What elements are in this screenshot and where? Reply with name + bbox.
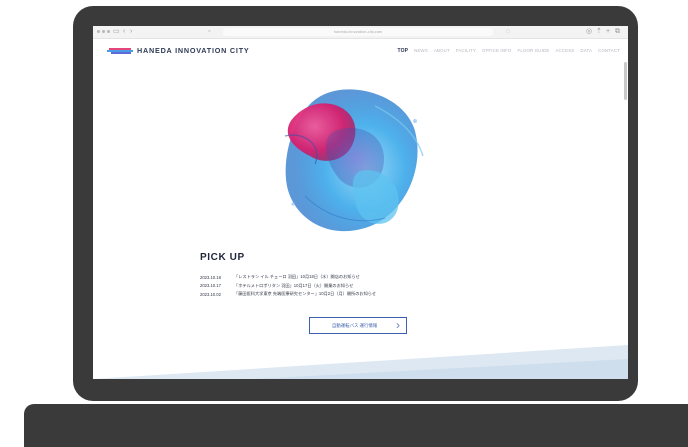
tab-overview-icon[interactable]: ⧉ <box>615 27 620 37</box>
page-scrollbar[interactable] <box>624 62 627 100</box>
news-date: 2023.10.17 <box>200 283 221 289</box>
minimize-window-dot[interactable] <box>102 30 105 33</box>
footer-wave-decoration <box>93 345 628 379</box>
nav-item-about[interactable]: ABOUT <box>434 48 450 54</box>
download-icon[interactable]: ◎ <box>586 27 592 37</box>
new-tab-icon[interactable]: + <box>606 27 610 37</box>
news-date: 2023.10.02 <box>200 291 221 297</box>
site-header: HANEDA INNOVATION CITY TOP NEWS ABOUT FA… <box>93 39 628 59</box>
window-controls[interactable] <box>97 30 110 33</box>
hero-artwork <box>284 89 424 232</box>
news-title[interactable]: 「藤田医科大学東京 先端医療研究センター」10月2日（月）開所のお知らせ <box>234 291 376 297</box>
logo-mark-icon[interactable] <box>107 48 133 54</box>
back-icon[interactable]: ‹ <box>123 27 125 37</box>
maximize-window-dot[interactable] <box>107 30 110 33</box>
nav-item-contact[interactable]: CONTACT <box>598 48 620 54</box>
nav-item-news[interactable]: NEWS <box>414 48 428 54</box>
pickup-heading: PICK UP <box>200 252 245 263</box>
brand-name[interactable]: HANEDA INNOVATION CITY <box>137 46 250 55</box>
nav-item-facility[interactable]: FACILITY <box>456 48 476 54</box>
list-item[interactable]: 2023.10.17 「ホテルメトロポリタン 羽田」10月17日（火）開業のお知… <box>200 282 376 291</box>
news-title[interactable]: 「レストラン イル チェーロ 羽田」10月18日（水）開店のお知らせ <box>234 274 360 280</box>
close-window-dot[interactable] <box>97 30 100 33</box>
laptop-base <box>24 404 688 447</box>
share-icon[interactable]: ⇡ <box>596 27 602 37</box>
main-nav: TOP NEWS ABOUT FACILITY OFFICE INFO FLOO… <box>398 48 621 54</box>
nav-item-top[interactable]: TOP <box>398 48 409 54</box>
bus-info-label: 自動運転バス 運行情報 <box>332 323 378 328</box>
pickup-list: 2023.10.18 「レストラン イル チェーロ 羽田」10月18日（水）開店… <box>200 273 376 299</box>
reload-icon[interactable]: ◌ <box>506 27 510 37</box>
bus-info-button[interactable]: 自動運転バス 運行情報 › <box>309 317 407 334</box>
sidebar-icon[interactable]: ▭ <box>113 27 120 37</box>
news-title[interactable]: 「ホテルメトロポリタン 羽田」10月17日（火）開業のお知らせ <box>234 283 353 289</box>
nav-item-access[interactable]: ACCESS <box>555 48 574 54</box>
nav-item-floor-guide[interactable]: FLOOR GUIDE <box>518 48 550 54</box>
list-item[interactable]: 2023.10.02 「藤田医科大学東京 先端医療研究センター」10月2日（月）… <box>200 290 376 299</box>
list-item[interactable]: 2023.10.18 「レストラン イル チェーロ 羽田」10月18日（水）開店… <box>200 273 376 282</box>
address-bar[interactable]: haneda-innovation-city.com <box>223 28 493 36</box>
privacy-shield-icon[interactable]: ◦ <box>208 27 210 37</box>
nav-item-office-info[interactable]: OFFICE INFO <box>482 48 511 54</box>
laptop-screen: ▭ ‹ › ◦ haneda-innovation-city.com ◌ ◎ ⇡… <box>93 26 628 379</box>
nav-item-data[interactable]: DATA <box>580 48 592 54</box>
forward-icon[interactable]: › <box>130 27 132 37</box>
chevron-right-icon: › <box>396 318 400 332</box>
browser-toolbar: ▭ ‹ › ◦ haneda-innovation-city.com ◌ ◎ ⇡… <box>93 26 628 39</box>
news-date: 2023.10.18 <box>200 274 221 280</box>
